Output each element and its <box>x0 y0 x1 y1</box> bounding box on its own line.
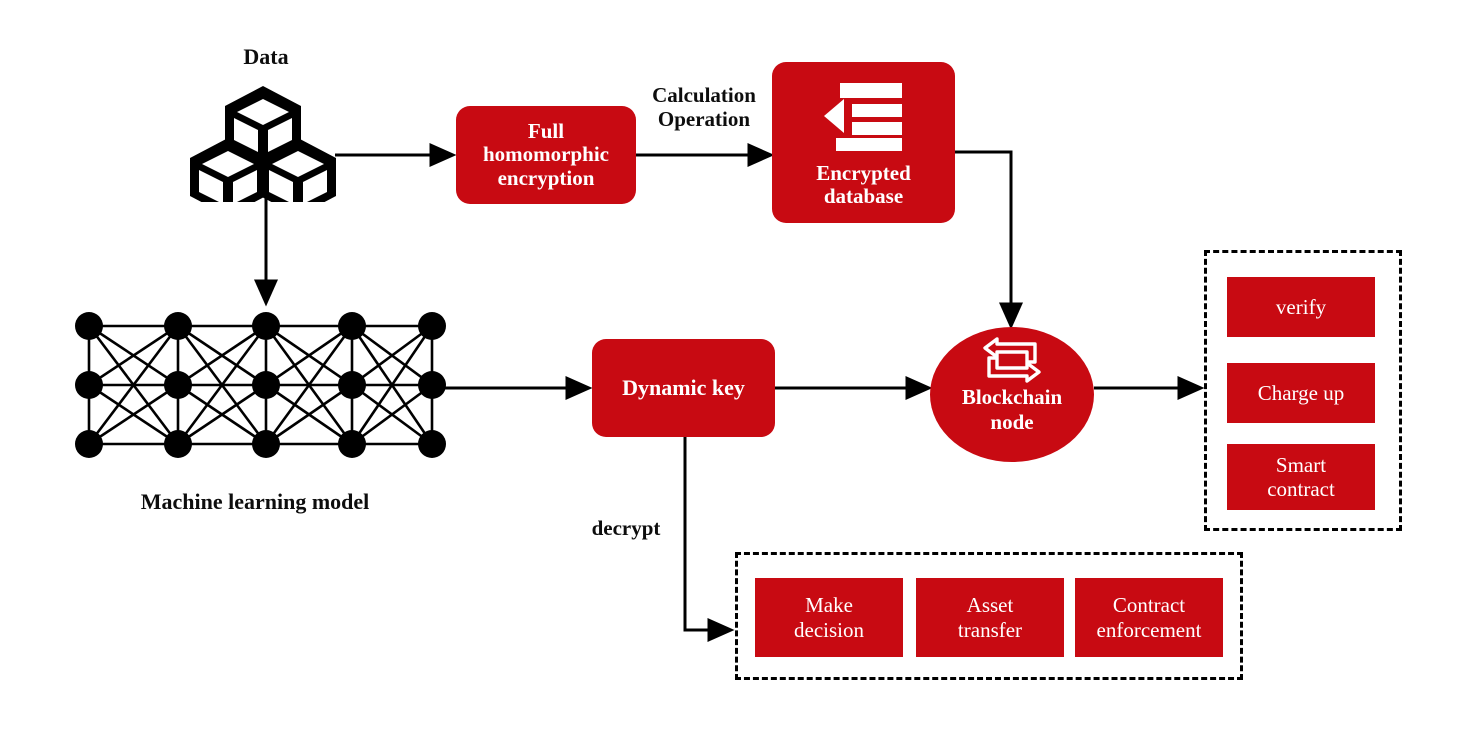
dynamic-key-node[interactable]: Dynamic key <box>592 339 775 437</box>
calculation-operation-label: Calculation Operation <box>652 83 756 132</box>
arrow-dynamic-key-to-outcomes <box>683 437 735 642</box>
full-homomorphic-encryption-node[interactable]: Full homomorphic encryption <box>456 106 636 204</box>
service-item-verify[interactable]: verify <box>1227 277 1375 337</box>
encrypted-database-node[interactable]: Encrypted database <box>772 62 955 223</box>
data-label: Data <box>243 44 289 69</box>
blockchain-sync-icon <box>983 337 1041 383</box>
encrypted-database-label: Encrypted database <box>816 160 911 209</box>
decrypt-label: decrypt <box>591 516 661 540</box>
service-item-charge-up[interactable]: Charge up <box>1227 363 1375 423</box>
service-item-smart-contract[interactable]: Smart contract <box>1227 444 1375 510</box>
arrow-database-to-blockchain <box>955 150 1023 330</box>
machine-learning-model-label: Machine learning model <box>140 489 370 514</box>
outcome-item-contract-enforcement[interactable]: Contract enforcement <box>1075 578 1223 657</box>
data-cubes-icon <box>190 86 336 202</box>
encrypted-database-icon <box>824 83 902 151</box>
blockchain-node-label: Blockchain node <box>961 385 1063 434</box>
blockchain-node[interactable]: Blockchain node <box>930 327 1094 462</box>
outcome-item-asset-transfer[interactable]: Asset transfer <box>916 578 1064 657</box>
outcome-item-make-decision[interactable]: Make decision <box>755 578 903 657</box>
neural-network-icon <box>75 312 446 458</box>
diagram-canvas: Data Calculation Operation Machine learn… <box>0 0 1459 737</box>
